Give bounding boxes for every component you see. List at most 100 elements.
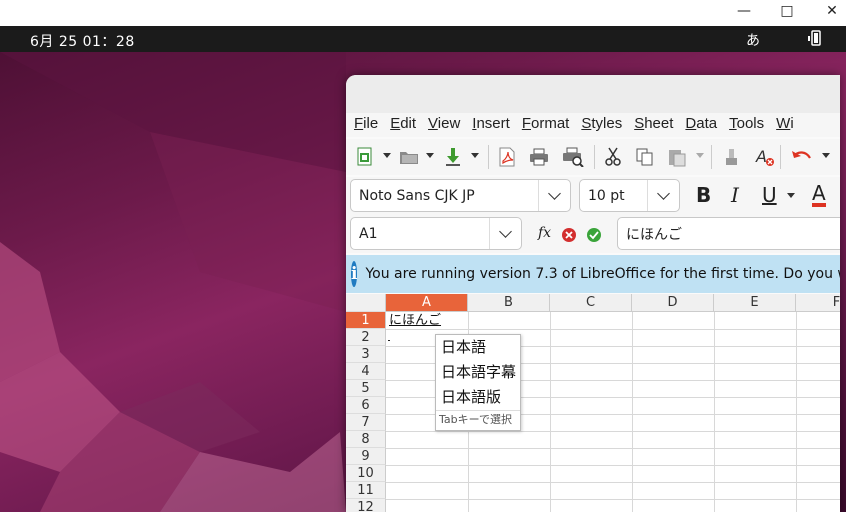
- battery-icon[interactable]: [806, 30, 824, 46]
- maximize-button[interactable]: □: [777, 2, 797, 20]
- formula-input[interactable]: にほんご: [617, 217, 840, 250]
- chevron-down-icon[interactable]: [426, 153, 434, 158]
- row-header-8[interactable]: 8: [346, 431, 386, 448]
- row-header-1[interactable]: 1: [346, 312, 386, 329]
- standard-toolbar: A: [346, 139, 840, 175]
- row-header-3[interactable]: 3: [346, 346, 386, 363]
- cut-icon[interactable]: [602, 147, 624, 167]
- undo-icon[interactable]: [790, 147, 812, 167]
- clone-formatting-icon[interactable]: [721, 147, 743, 167]
- menu-tools[interactable]: Tools: [721, 113, 764, 137]
- minimize-button[interactable]: —: [734, 2, 754, 20]
- accept-icon[interactable]: [586, 227, 602, 243]
- info-bar: i You are running version 7.3 of LibreOf…: [346, 255, 840, 293]
- toolbar-separator: [488, 145, 489, 169]
- font-size-dropdown-button[interactable]: [647, 180, 679, 211]
- minimize-icon: —: [737, 3, 751, 19]
- grid-line: [386, 465, 840, 466]
- ime-candidate[interactable]: 日本語: [436, 335, 520, 360]
- row-header-4[interactable]: 4: [346, 363, 386, 380]
- font-name-combobox[interactable]: Noto Sans CJK JP: [350, 179, 571, 212]
- menu-window[interactable]: Wi: [768, 113, 794, 137]
- menu-styles[interactable]: Styles: [573, 113, 622, 137]
- menu-edit[interactable]: Edit: [382, 113, 416, 137]
- chevron-down-icon[interactable]: [822, 153, 830, 158]
- ime-candidate[interactable]: 日本語字幕: [436, 360, 520, 385]
- copy-icon[interactable]: [634, 147, 656, 167]
- chevron-down-icon[interactable]: [383, 153, 391, 158]
- menu-view[interactable]: View: [420, 113, 460, 137]
- column-header-a[interactable]: A: [386, 294, 468, 312]
- ime-candidate-window: 日本語 日本語字幕 日本語版 Tabキーで選択: [435, 334, 521, 431]
- info-icon: i: [351, 261, 358, 287]
- grid-line: [386, 499, 840, 500]
- close-icon: ✕: [826, 3, 838, 19]
- grid-line: [386, 482, 840, 483]
- svg-text:A: A: [755, 147, 767, 166]
- menu-format[interactable]: Format: [514, 113, 570, 137]
- close-button[interactable]: ✕: [822, 2, 842, 20]
- window-titlebar[interactable]: [346, 75, 840, 113]
- row-header-6[interactable]: 6: [346, 397, 386, 414]
- column-header-e[interactable]: E: [714, 294, 796, 312]
- chevron-down-icon: [548, 186, 561, 200]
- menu-data[interactable]: Data: [677, 113, 717, 137]
- font-name-value: Noto Sans CJK JP: [359, 187, 475, 204]
- cancel-icon[interactable]: [561, 227, 577, 243]
- cell-a1-text: にほんご: [389, 313, 442, 328]
- new-spreadsheet-icon[interactable]: [354, 147, 376, 167]
- bold-button[interactable]: B: [696, 183, 711, 207]
- chevron-down-icon[interactable]: [787, 193, 795, 198]
- row-header-9[interactable]: 9: [346, 448, 386, 465]
- name-box-value: A1: [359, 225, 378, 242]
- formula-bar: A1 fx にほんご: [346, 215, 840, 253]
- name-box[interactable]: A1: [350, 217, 522, 250]
- top-bar: 6月 25 01：28 あ: [0, 26, 846, 52]
- grid-line: [386, 448, 840, 449]
- spreadsheet-grid[interactable]: A B C D E F 1 2 3 4 5 6 7 8 9 10 11 12 に…: [346, 294, 840, 512]
- clock[interactable]: 6月 25 01：28: [30, 31, 135, 51]
- row-header-7[interactable]: 7: [346, 414, 386, 431]
- cell-a1[interactable]: にほんご: [387, 313, 468, 329]
- open-folder-icon[interactable]: [398, 147, 420, 167]
- input-method-indicator[interactable]: あ: [746, 30, 760, 50]
- toolbar-separator: [711, 145, 712, 169]
- ime-candidate-hint: Tabキーで選択: [436, 410, 520, 430]
- row-header-5[interactable]: 5: [346, 380, 386, 397]
- menu-insert[interactable]: Insert: [464, 113, 510, 137]
- row-header-11[interactable]: 11: [346, 482, 386, 499]
- italic-button[interactable]: I: [731, 183, 739, 207]
- row-header-2[interactable]: 2: [346, 329, 386, 346]
- font-color-button[interactable]: A: [812, 183, 826, 207]
- row-header-10[interactable]: 10: [346, 465, 386, 482]
- column-header-b[interactable]: B: [468, 294, 550, 312]
- chevron-down-icon: [657, 186, 670, 200]
- outer-window-bar: — □ ✕: [0, 0, 846, 26]
- font-name-dropdown-button[interactable]: [538, 180, 570, 211]
- column-header-d[interactable]: D: [632, 294, 714, 312]
- menubar: File Edit View Insert Format Styles Shee…: [346, 113, 840, 137]
- text-cursor: [388, 340, 390, 341]
- chevron-down-icon[interactable]: [696, 153, 704, 158]
- libreoffice-calc-window: File Edit View Insert Format Styles Shee…: [346, 75, 840, 512]
- export-pdf-icon[interactable]: [496, 147, 518, 167]
- info-bar-message: You are running version 7.3 of LibreOffi…: [365, 266, 840, 282]
- underline-button[interactable]: U: [762, 183, 777, 207]
- chevron-down-icon[interactable]: [471, 153, 479, 158]
- menu-file[interactable]: File: [346, 113, 378, 137]
- function-wizard-icon[interactable]: fx: [538, 225, 551, 241]
- paste-icon[interactable]: [666, 147, 688, 167]
- chevron-down-icon: [499, 224, 512, 238]
- save-icon[interactable]: [442, 147, 464, 167]
- ime-candidate[interactable]: 日本語版: [436, 385, 520, 410]
- print-icon[interactable]: [528, 147, 550, 167]
- print-preview-icon[interactable]: [562, 147, 584, 167]
- font-size-combobox[interactable]: 10 pt: [579, 179, 680, 212]
- select-all-corner[interactable]: [346, 294, 386, 312]
- column-header-f[interactable]: F: [796, 294, 840, 312]
- row-header-12[interactable]: 12: [346, 499, 386, 512]
- menu-sheet[interactable]: Sheet: [626, 113, 673, 137]
- name-box-dropdown-button[interactable]: [489, 218, 521, 249]
- column-header-c[interactable]: C: [550, 294, 632, 312]
- clear-formatting-icon[interactable]: A: [754, 147, 776, 167]
